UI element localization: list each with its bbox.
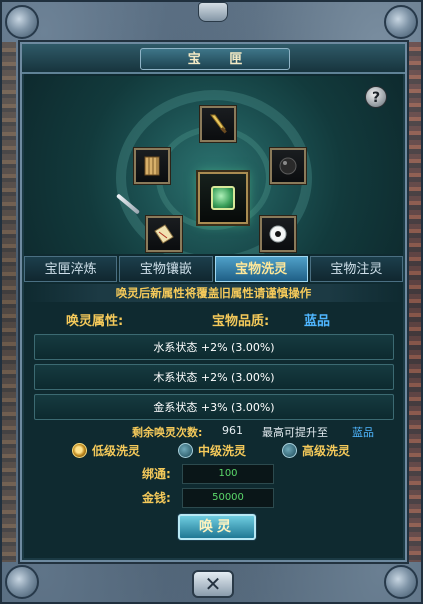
wash-level-selector: 低级洗灵 中级洗灵 高级洗灵: [22, 442, 405, 460]
max-quality-value: 蓝品: [352, 426, 374, 439]
golden-dagger-icon: [210, 114, 227, 134]
corner-ornament: [5, 5, 39, 39]
corner-ornament: [384, 5, 418, 39]
corner-ornament: [5, 565, 39, 599]
artifact-stage: ?: [24, 76, 403, 254]
artifact-slot-bottom-right[interactable]: [260, 216, 296, 252]
tab-bar: 宝匣淬炼 宝物镶嵌 宝物洗灵 宝物注灵: [24, 256, 403, 282]
title-bar: 宝 匣: [22, 44, 405, 74]
stat-row-water: 水系状态 +2% (3.00%): [34, 334, 394, 360]
quality-label: 宝物品质:: [212, 314, 270, 329]
treasure-box-panel: 宝 匣 ? 宝匣淬炼 宝物镶嵌 宝物洗灵 宝物注灵 唤灵后新属性将覆盖旧属性请谨…: [20, 42, 407, 562]
artifact-slot-left[interactable]: [134, 148, 170, 184]
bind-cost-value: 100: [182, 464, 274, 484]
radio-dot: [178, 443, 193, 458]
artifact-slot-bottom-left[interactable]: [146, 216, 182, 252]
tab-wash[interactable]: 宝物洗灵: [214, 256, 308, 282]
gold-cost-label: 金钱:: [142, 491, 171, 505]
quality-value: 蓝品: [304, 314, 331, 329]
artifact-slot-center[interactable]: [198, 172, 248, 224]
bind-cost-label: 绑通:: [142, 467, 171, 481]
radio-dot: [72, 443, 87, 458]
remaining-label: 剩余唤灵次数:: [132, 426, 203, 439]
warning-notice: 唤灵后新属性将覆盖旧属性请谨慎操作: [24, 284, 403, 302]
radio-label: 低级洗灵: [92, 444, 141, 458]
artifact-slot-right[interactable]: [270, 148, 306, 184]
bamboo-scroll-icon: [144, 156, 160, 176]
tab-inlay[interactable]: 宝物镶嵌: [119, 256, 213, 282]
remaining-row: 剩余唤灵次数: 961 最高可提升至 蓝品: [22, 424, 405, 440]
radio-label: 中级洗灵: [198, 444, 247, 458]
bind-cost-row: 绑通: 100: [22, 464, 405, 484]
summon-button[interactable]: 唤灵: [178, 514, 256, 540]
radio-dot: [282, 443, 297, 458]
left-border-decoration: [2, 42, 16, 562]
stat-row-wood: 木系状态 +2% (3.00%): [34, 364, 394, 390]
corner-ornament: [384, 565, 418, 599]
help-button[interactable]: ?: [365, 86, 387, 108]
close-button[interactable]: ✕: [192, 570, 234, 598]
window-frame: 宝 匣 ? 宝匣淬炼 宝物镶嵌 宝物洗灵 宝物注灵 唤灵后新属性将覆盖旧属性请谨…: [0, 0, 423, 604]
green-jade-box-icon: [211, 186, 235, 210]
title-plate: 宝 匣: [140, 48, 290, 70]
max-quality-label: 最高可提升至: [262, 426, 328, 439]
remaining-count: 961: [222, 424, 243, 437]
paper-talisman-icon: [154, 224, 174, 244]
gold-cost-value: 50000: [182, 488, 274, 508]
artifact-slot-top[interactable]: [200, 106, 236, 142]
attribute-header: 唤灵属性: 宝物品质: 蓝品: [22, 310, 405, 329]
top-ornament: [198, 2, 228, 22]
radio-label: 高级洗灵: [302, 444, 351, 458]
tab-infuse[interactable]: 宝物注灵: [309, 256, 403, 282]
gold-cost-row: 金钱: 50000: [22, 488, 405, 508]
window-title: 宝 匣: [187, 52, 255, 67]
white-jade-ring-icon: [269, 225, 287, 243]
tab-refine[interactable]: 宝匣淬炼: [24, 256, 118, 282]
dark-orb-icon: [279, 157, 297, 175]
stat-row-metal: 金系状态 +3% (3.00%): [34, 394, 394, 420]
attribute-label: 唤灵属性:: [66, 314, 124, 329]
right-border-decoration: [407, 42, 421, 562]
